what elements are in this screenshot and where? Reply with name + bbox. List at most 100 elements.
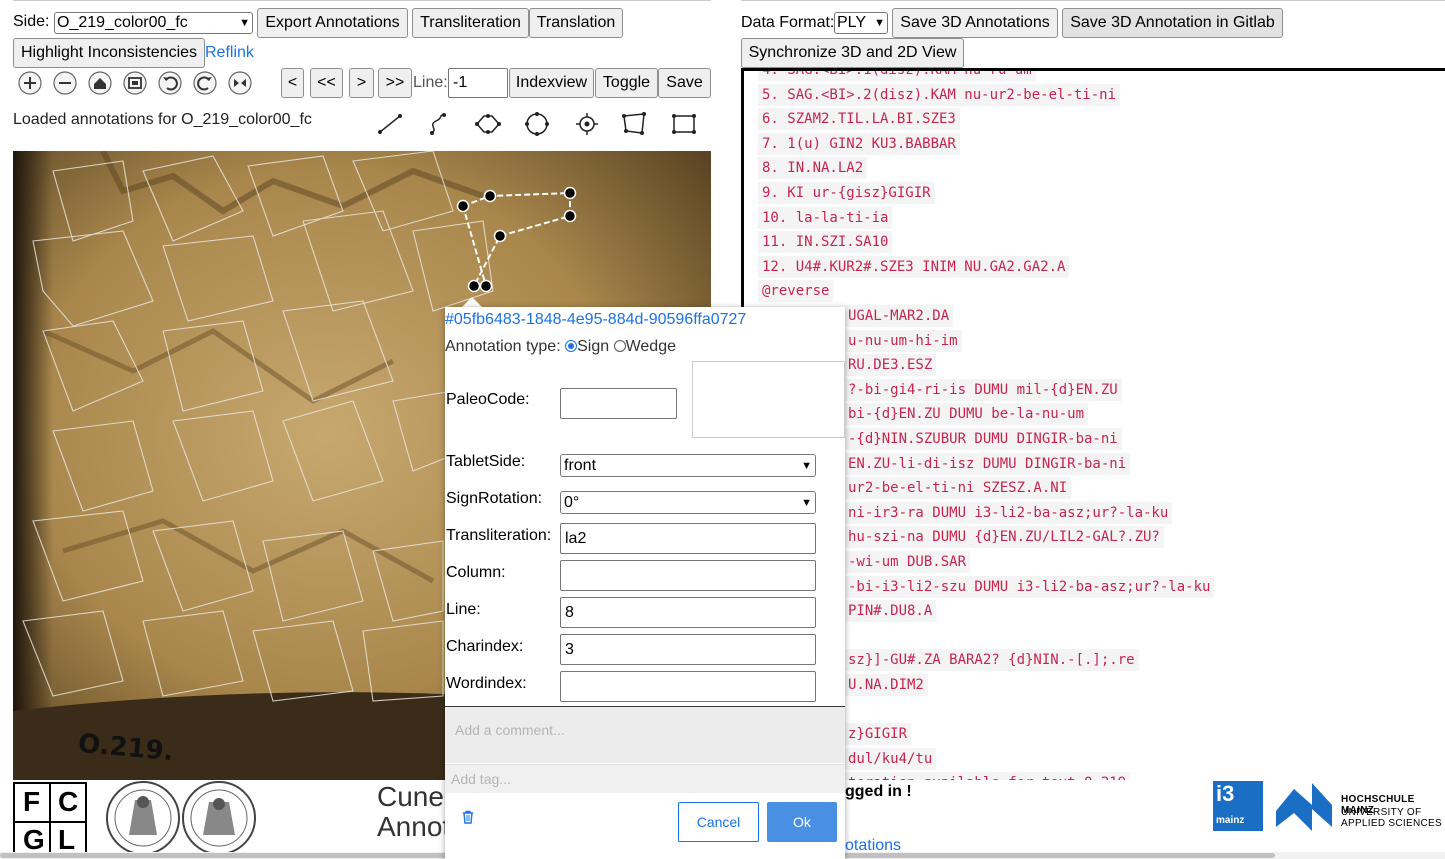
- freehand-tool-icon[interactable]: [426, 111, 452, 137]
- quad-tool-icon[interactable]: [621, 111, 647, 137]
- export-annotations-button[interactable]: Export Annotations: [257, 8, 408, 38]
- transliteration-panel[interactable]: 4. SAG.<BI>.1(disz).KAM nu-ru-um 5. SAG.<…: [741, 68, 1445, 780]
- ok-button[interactable]: Ok: [767, 802, 837, 842]
- point-tool-icon[interactable]: [574, 111, 600, 137]
- wordindex-input[interactable]: [560, 671, 816, 702]
- line-input[interactable]: -1: [448, 68, 508, 98]
- zoom-in-icon[interactable]: [15, 71, 45, 95]
- app-title-line2: Annot: [377, 811, 451, 842]
- last-line-button[interactable]: >>: [378, 68, 412, 98]
- column-label: Column:: [446, 564, 506, 581]
- charindex-input[interactable]: 3: [560, 634, 816, 665]
- transliteration-line: ur2-be-el-ti-ni SZESZ.A.NI: [844, 477, 1072, 499]
- transliteration-line: U.NA.DIM2: [844, 674, 928, 696]
- circle-tool-icon[interactable]: [524, 111, 550, 137]
- chevron-down-icon: ▼: [801, 459, 812, 472]
- transliteration-line: [844, 625, 852, 647]
- transliteration-line: dul/ku4/tu: [844, 748, 937, 770]
- transliteration-line: ?-bi-gi4-ri-is DUMU mil-{d}EN.ZU: [844, 379, 1122, 401]
- tabletside-select[interactable]: front ▼: [560, 454, 816, 477]
- signrotation-label: SignRotation:: [446, 490, 543, 507]
- signrotation-value: 0°: [564, 493, 580, 511]
- transliteration-line: 9. KI ur-{gisz}GIGIR: [758, 182, 935, 204]
- transliteration-line: 6. SZAM2.TIL.LA.BI.SZE3: [758, 108, 960, 130]
- tabletside-value: front: [564, 456, 597, 474]
- rectangle-tool-icon[interactable]: [671, 111, 697, 137]
- chevron-down-icon: ▼: [801, 496, 812, 509]
- side-label: Side:: [13, 13, 50, 30]
- save-3d-annotations-button[interactable]: Save 3D Annotations: [892, 8, 1058, 38]
- transliteration-line: sz}]-GU#.ZA BARA2? {d}NIN.-[.];.re: [844, 649, 1139, 671]
- status-text: Loaded annotations for O_219_color00_fc: [13, 111, 312, 128]
- paleocode-input[interactable]: [560, 388, 677, 419]
- transliteration-line: bi-{d}EN.ZU DUMU be-la-nu-um: [844, 403, 1089, 425]
- indexview-button[interactable]: Indexview: [509, 68, 594, 98]
- flip-icon[interactable]: [225, 71, 255, 95]
- transliteration-line: RU.DE3.ESZ: [844, 354, 937, 376]
- chevron-down-icon: ▼: [239, 17, 250, 29]
- transliteration-line: u-nu-um-hi-im: [844, 330, 962, 352]
- tag-placeholder: Add tag...: [451, 771, 511, 787]
- transliteration-line: -wi-um DUB.SAR: [844, 551, 971, 573]
- home-icon[interactable]: [85, 71, 115, 95]
- signrotation-select[interactable]: 0° ▼: [560, 491, 816, 514]
- paleocode-preview: [692, 361, 845, 438]
- tag-input[interactable]: Add tag...: [445, 764, 845, 793]
- popup-pointer: [462, 297, 482, 307]
- next-line-button[interactable]: >: [349, 68, 374, 98]
- comment-area[interactable]: Add a comment...: [445, 707, 845, 763]
- polygon-tool-icon[interactable]: [475, 111, 501, 137]
- i3-logo-sub: mainz: [1216, 815, 1245, 826]
- annotation-id-link[interactable]: #05fb6483-1848-4e95-884d-90596ffa0727: [445, 311, 746, 329]
- sign-radio[interactable]: [565, 340, 578, 352]
- transliteration-field-label: Transliteration:: [446, 527, 552, 544]
- fullpage-icon[interactable]: [120, 71, 150, 95]
- transliteration-input[interactable]: la2: [560, 523, 816, 554]
- login-status: gged in !: [845, 783, 912, 800]
- zoom-out-icon[interactable]: [50, 71, 80, 95]
- translation-button[interactable]: Translation: [529, 8, 623, 38]
- tabletside-label: TabletSide:: [446, 453, 526, 470]
- line-field-input[interactable]: 8: [560, 597, 816, 628]
- transliteration-line: hu-szi-na DUMU {d}EN.ZU/LIL2-GAL?.ZU?: [844, 526, 1164, 548]
- trash-icon[interactable]: [461, 810, 475, 824]
- reflink-link[interactable]: Reflink: [205, 44, 254, 62]
- save-button[interactable]: Save: [658, 68, 711, 98]
- prev-line-button[interactable]: <: [281, 68, 304, 98]
- data-format-select[interactable]: PLY ▼: [834, 12, 888, 34]
- synchronize-view-button[interactable]: Synchronize 3D and 2D View: [741, 38, 964, 68]
- first-line-button[interactable]: <<: [310, 68, 343, 98]
- transliteration-line: 8. IN.NA.LA2: [758, 157, 868, 179]
- save-3d-gitlab-button[interactable]: Save 3D Annotation in Gitlab: [1062, 8, 1283, 38]
- transliteration-button[interactable]: Transliteration: [412, 8, 529, 38]
- side-select[interactable]: O_219_color00_fc ▼: [54, 12, 253, 34]
- transliteration-line: [844, 699, 852, 721]
- comment-placeholder: Add a comment...: [455, 722, 565, 738]
- rotate-left-icon[interactable]: [155, 71, 185, 95]
- hs-mainz-line3: APPLIED SCIENCES: [1341, 818, 1442, 829]
- transliteration-line: 10. la-la-ti-ia: [758, 207, 893, 229]
- i3-mainz-logo: i3 mainz: [1213, 781, 1263, 831]
- rotate-right-icon[interactable]: [190, 71, 220, 95]
- annotation-type-row: Annotation type: Sign Wedge: [445, 338, 676, 356]
- cancel-button[interactable]: Cancel: [678, 802, 759, 842]
- transliteration-line: ni-ir3-ra DUMU i3-li2-ba-asz;ur?-la-ku: [844, 502, 1173, 524]
- transliteration-line: PIN#.DU8.A: [844, 600, 937, 622]
- transliteration-line: -{d}NIN.SZUBUR DUMU DINGIR-ba-ni: [844, 428, 1122, 450]
- transliteration-line: 7. 1(u) GIN2 KU3.BABBAR: [758, 133, 960, 155]
- column-input[interactable]: [560, 560, 816, 591]
- data-format-value: PLY: [837, 14, 867, 31]
- top-divider-left: [13, 0, 711, 1]
- transliteration-line: UGAL-MAR2.DA: [844, 305, 954, 327]
- wedge-radio[interactable]: [613, 340, 626, 352]
- fcgl-logo: F C G L: [13, 782, 87, 859]
- paleocode-label: PaleoCode:: [446, 391, 530, 408]
- highlight-inconsistencies-button[interactable]: Highlight Inconsistencies: [13, 38, 205, 68]
- sign-radio-label: Sign: [577, 338, 610, 355]
- transliteration-line: 11. IN.SZI.SA10: [758, 231, 893, 253]
- charindex-label: Charindex:: [446, 638, 524, 655]
- toggle-button[interactable]: Toggle: [595, 68, 658, 98]
- transliteration-line: teration available for text O.219: [844, 772, 1131, 780]
- annotation-type-label: Annotation type:: [445, 338, 561, 355]
- polyline-tool-icon[interactable]: [377, 111, 403, 137]
